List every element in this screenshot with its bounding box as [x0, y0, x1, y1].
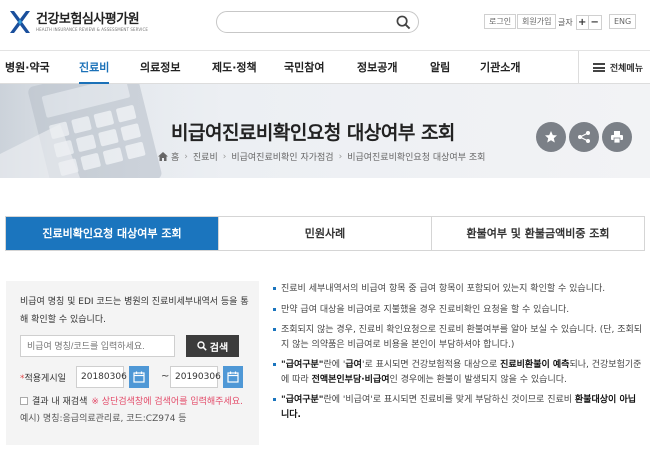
nav-item-disclosure[interactable]: 정보공개: [357, 51, 397, 84]
tab-complaint-cases[interactable]: 민원사례: [218, 217, 431, 250]
keyword-input[interactable]: [21, 336, 171, 356]
list-item: "급여구분"란에 '급여'로 표시되면 건강보험적용 대상으로 진료비환불이 예…: [273, 358, 643, 387]
all-menu-label: 전체메뉴: [609, 64, 643, 74]
home-icon[interactable]: [158, 152, 168, 161]
nav-item-policy[interactable]: 제도·정책: [212, 51, 257, 84]
breadcrumb-separator: ›: [338, 151, 343, 162]
share-icon: [578, 131, 590, 143]
research-warning: ※ 상단검색창에 검색어를 입력해주세요.: [91, 397, 243, 407]
all-menu-button[interactable]: 전체메뉴: [577, 51, 643, 84]
search-panel: 비급여 명칭 및 EDI 코드는 병원의 진료비세부내역서 등을 통해 확인할 …: [6, 281, 259, 445]
list-item: "급여구분"란에 '비급여'로 표시되면 진료비를 맞게 부담하신 것이므로 진…: [273, 393, 643, 422]
hamburger-icon: [592, 63, 605, 72]
calendar-from-button[interactable]: [129, 366, 149, 388]
breadcrumb: 홈 › 진료비 › 비급여진료비확인 자가점검 › 비급여진료비확인요청 대상여…: [158, 150, 485, 163]
date-label: *적용게시일: [20, 371, 66, 384]
list-item: 진료비 세부내역서의 비급여 항목 중 급여 항목이 포함되어 있는지 확인할 …: [273, 282, 643, 297]
list-item: 조회되지 않는 경우, 진료비 확인요청으로 진료비 환불여부를 알아 보실 수…: [273, 323, 643, 352]
list-item: 만약 급여 대상을 비급여로 지불했을 경우 진료비확인 요청을 할 수 있습니…: [273, 303, 643, 318]
date-to-input[interactable]: 20190306: [170, 366, 221, 388]
tab-refund-check[interactable]: 환불여부 및 환불금액비중 조회: [431, 217, 644, 250]
site-search-input[interactable]: [227, 12, 399, 32]
font-minus-button[interactable]: −: [588, 14, 602, 30]
search-icon: [197, 341, 207, 351]
page-title: 비급여진료비확인요청 대상여부 조회: [171, 122, 455, 144]
breadcrumb-current: 비급여진료비확인요청 대상여부 조회: [347, 153, 486, 163]
breadcrumb-separator: ›: [222, 151, 227, 162]
breadcrumb-selfcheck[interactable]: 비급여진료비확인 자가점검: [231, 150, 333, 163]
star-icon: [545, 131, 557, 143]
nav-item-notice[interactable]: 알림: [430, 51, 450, 84]
keyword-field: [20, 335, 175, 357]
join-button[interactable]: 회원가입: [517, 14, 557, 29]
search-button-label: 검색: [209, 342, 229, 354]
date-from-input[interactable]: 20180306: [76, 366, 127, 388]
research-checkbox-row: 결과 내 재검색 ※ 상단검색창에 검색어를 입력해주세요.: [20, 394, 243, 407]
breadcrumb-separator: ›: [184, 151, 188, 162]
search-icon[interactable]: [396, 15, 411, 30]
date-label-text: 적용게시일: [24, 374, 66, 384]
print-icon: [611, 131, 623, 144]
login-button[interactable]: 로그인: [484, 14, 517, 29]
logo-icon: [10, 11, 30, 33]
nav-item-fee[interactable]: 진료비: [79, 51, 110, 84]
calendar-to-button[interactable]: [223, 366, 243, 388]
logo-subtext: HEALTH INSURANCE REVIEW & ASSESSMENT SER…: [36, 26, 148, 32]
info-list: 진료비 세부내역서의 비급여 항목 중 급여 항목이 포함되어 있는지 확인할 …: [273, 282, 643, 428]
calculator-illustration: [0, 84, 190, 178]
nav-item-about[interactable]: 기관소개: [480, 51, 520, 84]
share-button[interactable]: [569, 122, 599, 152]
nav-item-participation[interactable]: 국민참여: [284, 51, 324, 84]
font-size-label: 글자: [558, 17, 573, 27]
site-search: [216, 11, 419, 33]
search-button[interactable]: 검색: [186, 335, 239, 357]
print-button[interactable]: [602, 122, 632, 152]
font-plus-button[interactable]: +: [575, 14, 589, 30]
tab-eligibility-check[interactable]: 진료비확인요청 대상여부 조회: [6, 217, 218, 250]
favorite-button[interactable]: [536, 122, 566, 152]
breadcrumb-fee[interactable]: 진료비: [193, 150, 218, 163]
logo[interactable]: 건강보험심사평가원 HEALTH INSURANCE REVIEW & ASSE…: [8, 9, 158, 35]
english-button[interactable]: ENG: [609, 14, 637, 29]
research-checkbox[interactable]: [20, 396, 28, 405]
research-checkbox-label[interactable]: 결과 내 재검색: [32, 394, 87, 407]
breadcrumb-home[interactable]: 홈: [171, 150, 179, 163]
search-description: 비급여 명칭 및 EDI 코드는 병원의 진료비세부내역서 등을 통해 확인할 …: [20, 297, 249, 325]
search-example: 예시) 명칭:응급의료관리료, 코드:CZ974 등: [20, 414, 187, 424]
nav-item-hospital[interactable]: 병원·약국: [5, 51, 50, 84]
date-range-separator: ~: [161, 371, 170, 382]
nav-item-medical-info[interactable]: 의료정보: [140, 51, 180, 84]
calendar-icon: [227, 371, 239, 383]
content-tabs: 진료비확인요청 대상여부 조회 민원사례 환불여부 및 환불금액비중 조회: [5, 216, 645, 251]
calendar-icon: [133, 371, 145, 383]
main-nav: 병원·약국 진료비 의료정보 제도·정책 국민참여 정보공개 알림 기관소개 전…: [0, 50, 650, 84]
logo-text: 건강보험심사평가원: [36, 11, 140, 27]
